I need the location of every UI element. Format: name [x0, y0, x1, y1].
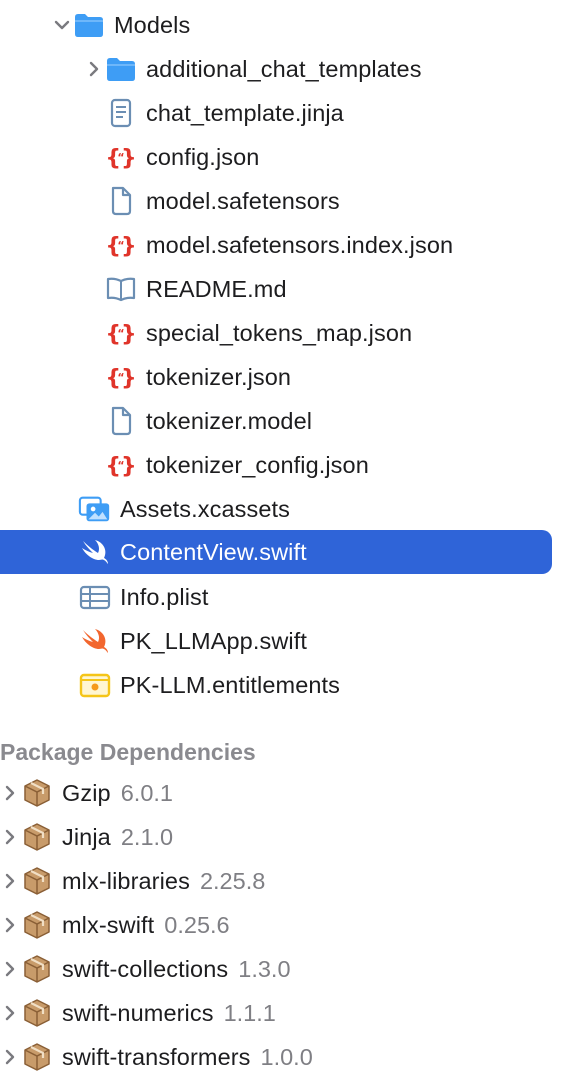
json-braces-icon — [104, 317, 138, 349]
tree-row-models-folder[interactable]: Models — [0, 3, 564, 47]
package-version: 1.0.0 — [260, 1043, 313, 1070]
folder-icon — [72, 9, 106, 41]
package-row-mlx-swift[interactable]: mlx-swift 0.25.6 — [0, 903, 564, 947]
book-icon — [104, 273, 138, 305]
package-name: Jinja — [62, 823, 111, 850]
document-icon — [104, 405, 138, 437]
package-version: 0.25.6 — [164, 911, 230, 938]
package-version: 1.3.0 — [238, 955, 291, 982]
tree-row-label: Info.plist — [120, 583, 209, 610]
package-row-gzip[interactable]: Gzip 6.0.1 — [0, 771, 564, 815]
package-name: swift-numerics — [62, 999, 214, 1026]
json-braces-icon — [104, 229, 138, 261]
package-name: Gzip — [62, 779, 111, 806]
tree-row-assets-xcassets[interactable]: Assets.xcassets — [0, 487, 564, 531]
tree-row-additional-chat-templates[interactable]: additional_chat_templates — [0, 47, 564, 91]
tree-row-info-plist[interactable]: Info.plist — [0, 575, 564, 619]
package-row-swift-transformers[interactable]: swift-transformers 1.0.0 — [0, 1035, 564, 1079]
tree-row-pk-llmapp-swift[interactable]: PK_LLMApp.swift — [0, 619, 564, 663]
package-row-jinja[interactable]: Jinja 2.1.0 — [0, 815, 564, 859]
chevron-right-icon[interactable] — [0, 1003, 20, 1023]
package-icon — [20, 821, 54, 853]
tree-row-label: chat_template.jinja — [146, 99, 344, 126]
chevron-right-icon[interactable] — [0, 827, 20, 847]
package-icon — [20, 953, 54, 985]
tree-row-label: config.json — [146, 143, 260, 170]
tree-row-contentview-swift-selected[interactable]: ContentView.swift — [0, 530, 552, 574]
tree-row-label: model.safetensors.index.json — [146, 231, 454, 258]
package-name: swift-collections — [62, 955, 229, 982]
tree-row-label: Models — [114, 11, 191, 38]
package-icon — [20, 865, 54, 897]
json-braces-icon — [104, 449, 138, 481]
folder-icon — [104, 53, 138, 85]
chevron-down-icon[interactable] — [52, 15, 72, 35]
chevron-right-icon[interactable] — [0, 1047, 20, 1067]
tree-row-label: PK_LLMApp.swift — [120, 627, 307, 654]
tree-row-tokenizer-json[interactable]: tokenizer.json — [0, 355, 564, 399]
package-version: 2.1.0 — [120, 823, 174, 850]
entitlements-icon — [78, 669, 112, 701]
package-version: 6.0.1 — [120, 779, 174, 806]
tree-row-label: tokenizer.model — [146, 407, 313, 434]
chevron-right-icon[interactable] — [0, 783, 20, 803]
package-icon — [20, 1041, 54, 1073]
tree-row-tokenizer-config-json[interactable]: tokenizer_config.json — [0, 443, 564, 487]
tree-row-label: model.safetensors — [146, 187, 340, 214]
chevron-right-icon[interactable] — [0, 959, 20, 979]
tree-row-label: tokenizer.json — [146, 363, 292, 390]
asset-catalog-icon — [78, 493, 112, 525]
tree-row-tokenizer-model[interactable]: tokenizer.model — [0, 399, 564, 443]
package-icon — [20, 909, 54, 941]
tree-row-label: ContentView.swift — [120, 538, 307, 565]
package-row-mlx-libraries[interactable]: mlx-libraries 2.25.8 — [0, 859, 564, 903]
plist-table-icon — [78, 581, 112, 613]
package-version: 1.1.1 — [223, 999, 276, 1026]
tree-row-label: Assets.xcassets — [120, 495, 290, 522]
package-name: mlx-swift — [62, 911, 155, 938]
document-icon — [104, 185, 138, 217]
tree-row-special-tokens-map-json[interactable]: special_tokens_map.json — [0, 311, 564, 355]
chevron-right-icon[interactable] — [0, 871, 20, 891]
swift-icon — [78, 625, 112, 657]
tree-row-config-json[interactable]: config.json — [0, 135, 564, 179]
tree-row-readme-md[interactable]: README.md — [0, 267, 564, 311]
tree-row-chat-template-jinja[interactable]: chat_template.jinja — [0, 91, 564, 135]
tree-row-label: additional_chat_templates — [146, 55, 422, 82]
tree-row-label: special_tokens_map.json — [146, 319, 413, 346]
package-version: 2.25.8 — [199, 867, 266, 894]
tree-row-label: tokenizer_config.json — [146, 451, 369, 478]
package-icon — [20, 997, 54, 1029]
package-icon — [20, 777, 54, 809]
package-name: swift-transformers — [62, 1043, 251, 1070]
json-braces-icon — [104, 141, 138, 173]
chevron-right-icon[interactable] — [84, 59, 104, 79]
package-row-swift-numerics[interactable]: swift-numerics 1.1.1 — [0, 991, 564, 1035]
section-header-package-dependencies: Package Dependencies — [0, 738, 256, 765]
json-braces-icon — [104, 361, 138, 393]
tree-row-label: PK-LLM.entitlements — [120, 671, 341, 698]
swift-icon — [78, 536, 112, 568]
tree-row-pk-llm-entitlements[interactable]: PK-LLM.entitlements — [0, 663, 564, 707]
text-document-icon — [104, 97, 138, 129]
tree-row-model-safetensors[interactable]: model.safetensors — [0, 179, 564, 223]
chevron-right-icon[interactable] — [0, 915, 20, 935]
package-name: mlx-libraries — [62, 867, 190, 894]
package-row-swift-collections[interactable]: swift-collections 1.3.0 — [0, 947, 564, 991]
tree-row-label: README.md — [146, 275, 287, 302]
tree-row-model-safetensors-index-json[interactable]: model.safetensors.index.json — [0, 223, 564, 267]
